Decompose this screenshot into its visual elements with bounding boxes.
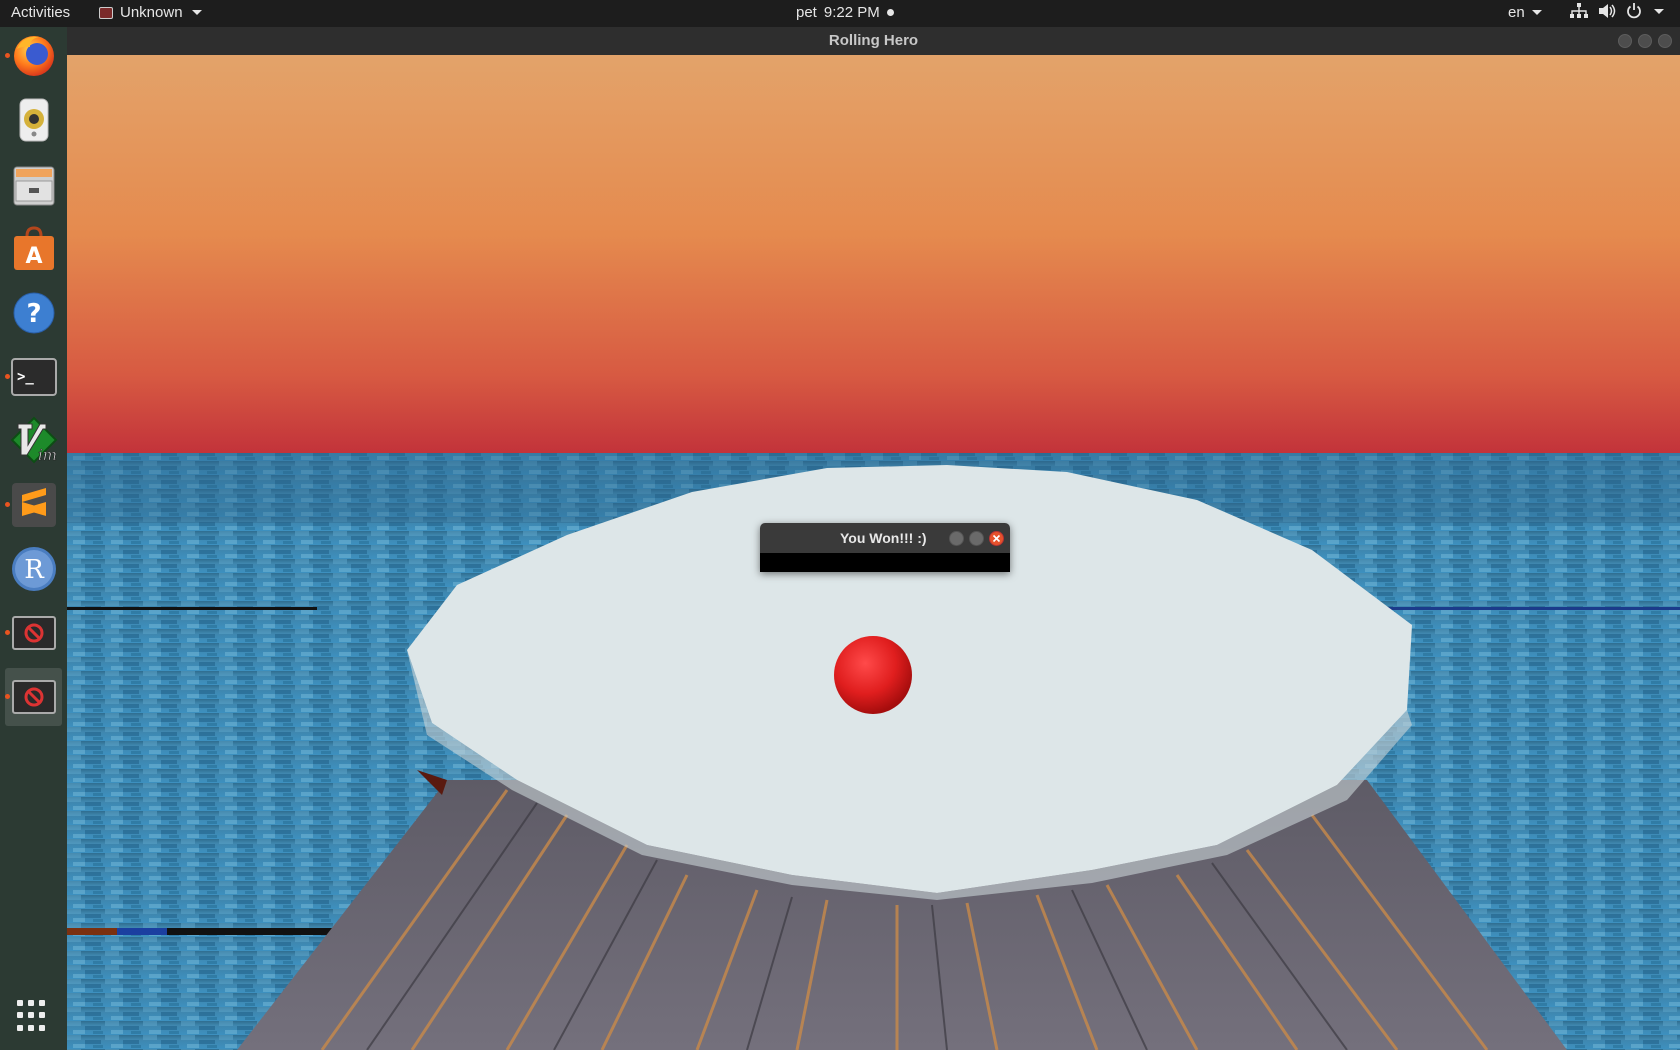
clock[interactable]: pet 9:22 PM: [796, 4, 894, 21]
win-dialog[interactable]: You Won!!! :): [760, 523, 1010, 572]
svg-text:>_: >_: [17, 369, 34, 385]
window-titlebar[interactable]: Rolling Hero: [67, 27, 1680, 55]
dock-item-unknown-app-1[interactable]: [5, 604, 62, 662]
dock-item-sublime[interactable]: [5, 476, 62, 534]
svg-text:?: ?: [26, 299, 41, 329]
dock-item-vim[interactable]: im: [5, 412, 62, 470]
grid-icon: [39, 1000, 45, 1006]
dock-item-unknown-app-2[interactable]: [5, 668, 62, 726]
firefox-icon: [13, 36, 54, 76]
activities-button[interactable]: Activities: [11, 4, 70, 21]
notification-dot-icon: [886, 9, 894, 16]
software-bag-icon: A: [13, 226, 54, 270]
svg-text:A: A: [25, 244, 42, 269]
minimize-button[interactable]: [1618, 34, 1632, 48]
dock-item-software[interactable]: A: [5, 220, 62, 278]
clock-time: 9:22 PM: [823, 4, 880, 21]
show-applications-button[interactable]: [17, 1000, 49, 1032]
dialog-minimize-button[interactable]: [949, 531, 964, 546]
running-indicator: [5, 694, 10, 699]
app-menu-icon: [99, 6, 113, 19]
running-indicator: [5, 374, 10, 379]
close-button[interactable]: [1658, 34, 1672, 48]
window-title: Rolling Hero: [828, 32, 919, 49]
dialog-body: [760, 553, 1010, 572]
dock-item-files[interactable]: [5, 156, 62, 214]
blocked-app-icon: [11, 616, 56, 650]
terminal-icon: >_: [10, 358, 57, 396]
dialog-maximize-button[interactable]: [969, 531, 984, 546]
grid-icon: [28, 1000, 34, 1006]
chevron-down-icon: [1654, 8, 1664, 14]
dock: A ? >_ im R: [0, 27, 67, 1050]
chevron-down-icon: [1531, 10, 1542, 15]
grid-icon: [28, 1024, 34, 1031]
language-selector[interactable]: en: [1508, 4, 1542, 21]
grid-icon: [39, 1012, 45, 1019]
clock-day: pet: [796, 4, 817, 21]
running-indicator: [5, 630, 10, 635]
sky: [67, 55, 1680, 455]
dock-item-rhythmbox[interactable]: [5, 91, 62, 149]
running-indicator: [5, 502, 10, 507]
speaker-icon: [19, 98, 48, 142]
network-icon: [1570, 3, 1588, 19]
grid-icon: [17, 1024, 23, 1031]
dock-item-r[interactable]: R: [5, 540, 62, 598]
running-indicator: [5, 53, 10, 58]
volume-icon: [1598, 3, 1616, 19]
app-menu-label: Unknown: [120, 4, 183, 21]
blocked-app-icon: [11, 680, 56, 714]
help-icon: ?: [13, 292, 54, 334]
file-cabinet-icon: [13, 166, 54, 206]
svg-text:R: R: [24, 555, 45, 585]
svg-text:im: im: [38, 446, 57, 464]
player-ball: [834, 636, 912, 714]
sublime-icon: [11, 483, 56, 527]
dock-item-terminal[interactable]: >_: [5, 348, 62, 406]
chevron-down-icon: [191, 10, 202, 15]
dock-item-firefox[interactable]: [5, 27, 62, 85]
vim-icon: im: [10, 416, 57, 464]
grid-icon: [28, 1012, 34, 1019]
language-label: en: [1508, 4, 1525, 21]
dialog-title: You Won!!! :): [840, 530, 927, 546]
dialog-close-button[interactable]: [989, 531, 1004, 546]
grid-icon: [17, 1012, 23, 1019]
dialog-titlebar[interactable]: You Won!!! :): [760, 523, 1010, 553]
close-icon: [992, 534, 1001, 543]
r-icon: R: [11, 547, 56, 591]
grid-icon: [39, 1024, 45, 1031]
maximize-button[interactable]: [1638, 34, 1652, 48]
dock-item-help[interactable]: ?: [5, 284, 62, 342]
grid-icon: [17, 1000, 23, 1006]
power-icon: [1626, 3, 1642, 19]
system-menu[interactable]: [1570, 3, 1664, 19]
app-menu[interactable]: Unknown: [99, 4, 202, 21]
top-bar: Activities Unknown pet 9:22 PM en: [0, 0, 1680, 27]
